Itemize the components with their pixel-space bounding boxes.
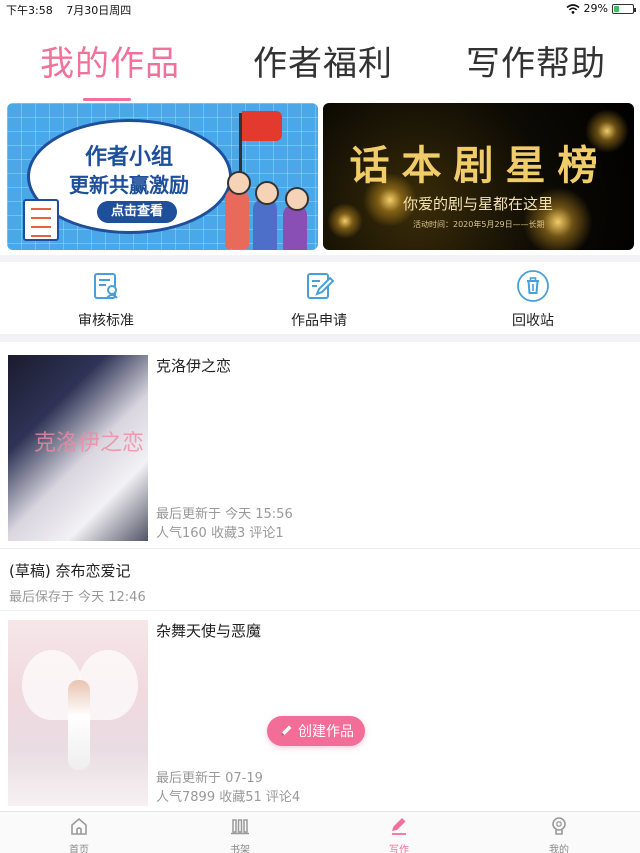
banner-star-ranking[interactable]: 话本剧星榜 你爱的剧与星都在这里 活动时间：2020年5月29日——长期 bbox=[323, 103, 634, 250]
cover-title-text: 克洛伊之恋 bbox=[34, 431, 145, 456]
nav-write[interactable]: 写作 bbox=[369, 816, 429, 853]
nav-write-label: 写作 bbox=[389, 845, 409, 853]
review-criteria-button[interactable]: 审核标准 bbox=[56, 270, 156, 330]
write-icon bbox=[392, 818, 406, 835]
active-tab-indicator bbox=[83, 98, 131, 101]
create-work-label: 创建作品 bbox=[298, 724, 354, 740]
work-updated: 最后更新于 07-19 bbox=[156, 771, 263, 786]
banner-author-group[interactable]: 作者小组 更新共赢激励 点击查看 bbox=[7, 103, 318, 250]
home-icon bbox=[71, 817, 87, 835]
status-right: 29% bbox=[566, 2, 636, 15]
work-title[interactable]: 杂舞天使与恶魔 bbox=[156, 620, 261, 641]
banner-left-line2: 更新共赢激励 bbox=[69, 173, 189, 197]
top-tabs: 我的作品 作者福利 写作帮助 bbox=[0, 30, 640, 101]
work-updated: 最后更新于 今天 15:56 bbox=[156, 507, 293, 522]
clipboard-illustration bbox=[23, 199, 59, 241]
banner-right-date: 活动时间：2020年5月29日——长期 bbox=[413, 220, 545, 229]
nav-home[interactable]: 首页 bbox=[49, 816, 109, 853]
work-cover-image[interactable] bbox=[8, 620, 148, 806]
draft-title[interactable]: (草稿) 奈布恋爱记 bbox=[9, 560, 130, 581]
trash-icon bbox=[517, 270, 549, 302]
tab-my-works[interactable]: 我的作品 bbox=[40, 36, 180, 85]
flag-illustration bbox=[242, 111, 282, 141]
battery-charging-icon bbox=[612, 3, 636, 14]
work-application-label: 作品申请 bbox=[291, 313, 347, 329]
work-application-button[interactable]: 作品申请 bbox=[269, 270, 369, 330]
angel-figure-illustration bbox=[68, 680, 90, 770]
kid-illustration bbox=[253, 181, 279, 250]
profile-icon bbox=[552, 817, 566, 835]
kid-illustration bbox=[283, 187, 309, 250]
nav-home-label: 首页 bbox=[69, 845, 89, 853]
work-stats: 人气7899 收藏51 评论4 bbox=[156, 790, 301, 805]
banner-right-subtitle: 你爱的剧与星都在这里 bbox=[403, 195, 554, 213]
nav-bookshelf-label: 书架 bbox=[230, 845, 250, 853]
banner-right-title: 话本剧星榜 bbox=[349, 142, 610, 189]
recycle-bin-button[interactable]: 回收站 bbox=[483, 270, 583, 330]
draft-saved: 最后保存于 今天 12:46 bbox=[9, 590, 146, 605]
status-bar: 下午3:58 7月30日周四 29% bbox=[0, 0, 640, 18]
battery-percent: 29% bbox=[583, 2, 608, 15]
status-date: 7月30日周四 bbox=[66, 4, 132, 17]
review-criteria-icon bbox=[94, 273, 118, 299]
status-left: 下午3:58 7月30日周四 bbox=[6, 2, 141, 18]
pencil-icon bbox=[281, 725, 292, 736]
banner-carousel: 作者小组 更新共赢激励 点击查看 话本剧星榜 你爱的剧与星都在这里 活动时间：2… bbox=[0, 103, 640, 250]
section-divider bbox=[0, 334, 640, 342]
status-time: 下午3:58 bbox=[6, 4, 53, 17]
create-work-button[interactable]: 创建作品 bbox=[267, 716, 365, 746]
work-cover-image[interactable]: 克洛伊之恋 bbox=[8, 355, 148, 541]
work-stats: 人气160 收藏3 评论1 bbox=[156, 526, 284, 541]
kid-illustration bbox=[225, 171, 251, 249]
recycle-bin-label: 回收站 bbox=[512, 313, 554, 329]
tools-row: 审核标准 作品申请 回收站 bbox=[0, 262, 640, 334]
bookshelf-icon bbox=[231, 819, 249, 835]
nav-profile[interactable]: 我的 bbox=[529, 816, 589, 853]
banner-view-button[interactable]: 点击查看 bbox=[97, 201, 177, 223]
bottom-nav: 首页 书架 写作 我的 bbox=[0, 811, 640, 853]
edit-application-icon bbox=[307, 273, 335, 299]
tab-author-benefits[interactable]: 作者福利 bbox=[253, 36, 393, 85]
nav-bookshelf[interactable]: 书架 bbox=[210, 816, 270, 853]
nav-profile-label: 我的 bbox=[549, 845, 569, 853]
battery-level-fill bbox=[614, 5, 620, 12]
wifi-icon bbox=[566, 3, 580, 14]
work-title[interactable]: 克洛伊之恋 bbox=[156, 355, 231, 376]
review-criteria-label: 审核标准 bbox=[78, 313, 134, 329]
firework-decoration bbox=[327, 203, 363, 239]
section-divider bbox=[0, 255, 640, 262]
tab-writing-help[interactable]: 写作帮助 bbox=[466, 36, 606, 85]
banner-left-line1: 作者小组 bbox=[85, 145, 174, 170]
